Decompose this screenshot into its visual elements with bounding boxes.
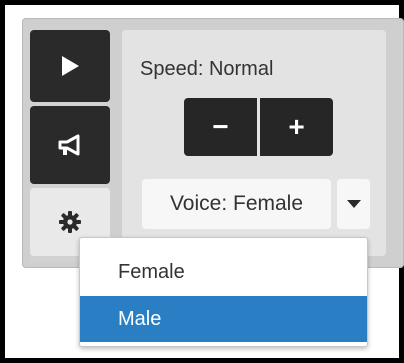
speed-label: Speed: Normal (140, 58, 274, 80)
voice-option-male[interactable]: Male (80, 296, 367, 342)
play-button[interactable] (30, 30, 110, 102)
voice-select-value: Voice: Female (169, 192, 304, 215)
voice-select[interactable]: Voice: Female (142, 179, 331, 229)
minus-icon: − (212, 111, 229, 142)
play-icon (62, 56, 79, 76)
announce-button[interactable] (30, 106, 110, 184)
megaphone-icon (58, 134, 80, 156)
plus-icon: + (288, 111, 305, 142)
voice-option-label: Male (118, 307, 162, 330)
voice-option-female[interactable]: Female (80, 249, 367, 295)
voice-dropdown-toggle[interactable] (337, 179, 370, 229)
gear-icon (59, 211, 81, 233)
increase-speed-button[interactable]: + (260, 98, 333, 156)
caret-down-icon (346, 199, 361, 208)
voice-option-label: Female (118, 260, 185, 283)
voice-dropdown-menu: Female Male (79, 237, 368, 347)
decrease-speed-button[interactable]: − (184, 98, 257, 156)
